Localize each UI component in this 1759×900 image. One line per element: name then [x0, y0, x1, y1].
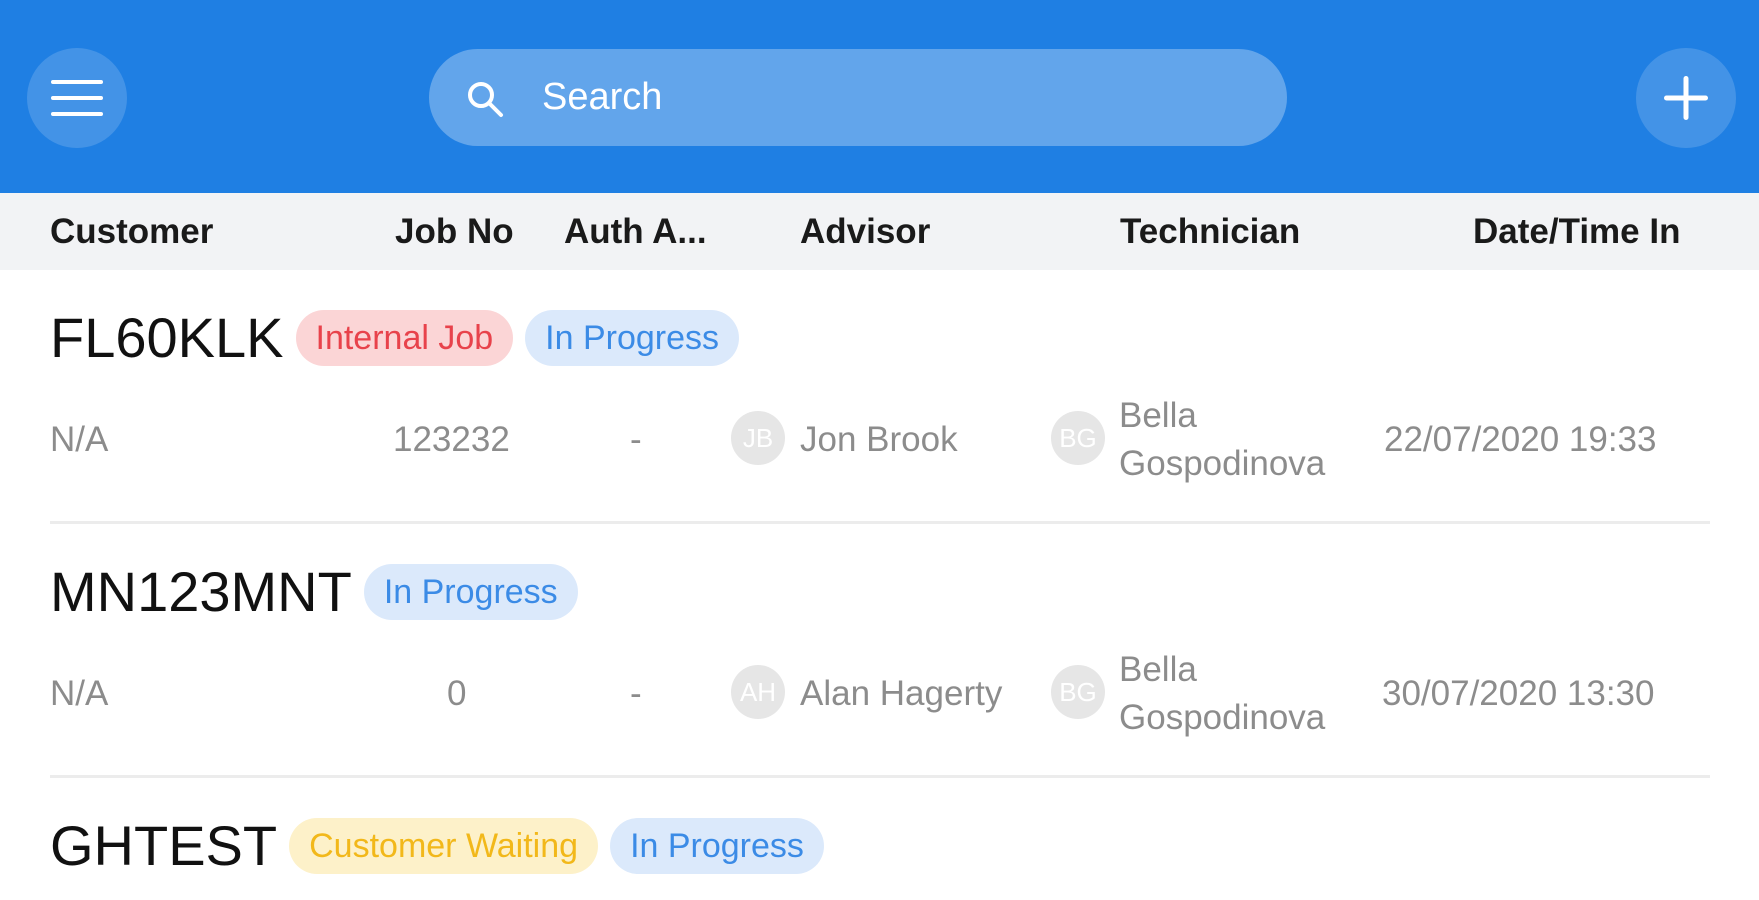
registration-plate: GHTEST	[50, 814, 278, 877]
column-header-customer[interactable]: Customer	[50, 193, 213, 270]
in-progress-badge: In Progress	[610, 818, 824, 874]
job-title: MN123MNT In Progress	[50, 558, 590, 626]
row-divider	[50, 775, 1710, 778]
advisor-avatar: AH	[731, 665, 785, 719]
technician-first-name: Bella	[1119, 396, 1197, 435]
search-icon	[468, 82, 503, 117]
column-header-advisor[interactable]: Advisor	[800, 193, 930, 270]
advisor-name: Alan Hagerty	[800, 674, 1003, 713]
top-bar: Search	[0, 0, 1759, 193]
date-time-in: 22/07/2020 19:33	[1384, 420, 1657, 459]
technician-last-name: Gospodinova	[1119, 698, 1326, 737]
plus-icon	[1664, 76, 1708, 120]
column-header-job-no[interactable]: Job No	[395, 193, 514, 270]
column-header-row: Customer Job No Auth A... Advisor Techni…	[0, 193, 1759, 270]
technician-last-name: Gospodinova	[1119, 444, 1326, 483]
date-time-in: 30/07/2020 13:30	[1382, 674, 1655, 713]
job-number: 0	[447, 674, 467, 713]
job-row[interactable]: MN123MNT In Progress N/A 0 - AH Alan Hag…	[0, 558, 1759, 778]
advisor-name: Jon Brook	[800, 420, 958, 459]
technician-avatar: BG	[1051, 665, 1105, 719]
registration-plate: MN123MNT	[50, 560, 352, 623]
job-title: FL60KLK Internal Job In Progress	[50, 304, 751, 372]
customer-value: N/A	[50, 674, 109, 713]
menu-button[interactable]	[27, 48, 127, 148]
technician-avatar: BG	[1051, 411, 1105, 465]
menu-icon	[51, 80, 103, 116]
advisor-avatar: JB	[731, 411, 785, 465]
column-header-auth[interactable]: Auth A...	[564, 193, 707, 270]
search-placeholder: Search	[542, 76, 663, 118]
job-row[interactable]: GHTEST Customer Waiting In Progress	[0, 812, 1759, 900]
job-number: 123232	[393, 420, 510, 459]
add-job-button[interactable]	[1636, 48, 1736, 148]
search-field[interactable]: Search	[429, 49, 1287, 146]
in-progress-badge: In Progress	[525, 310, 740, 366]
job-row[interactable]: FL60KLK Internal Job In Progress N/A 123…	[0, 304, 1759, 524]
technician-first-name: Bella	[1119, 650, 1197, 689]
column-header-technician[interactable]: Technician	[1120, 193, 1300, 270]
column-header-date-time-in[interactable]: Date/Time In	[1473, 193, 1680, 270]
customer-value: N/A	[50, 420, 109, 459]
auth-value: -	[630, 674, 642, 713]
customer-waiting-badge: Customer Waiting	[289, 818, 599, 874]
internal-job-badge: Internal Job	[295, 310, 514, 366]
registration-plate: FL60KLK	[50, 306, 284, 369]
job-title: GHTEST Customer Waiting In Progress	[50, 812, 836, 880]
row-divider	[50, 521, 1710, 524]
in-progress-badge: In Progress	[363, 564, 578, 620]
auth-value: -	[630, 420, 642, 459]
